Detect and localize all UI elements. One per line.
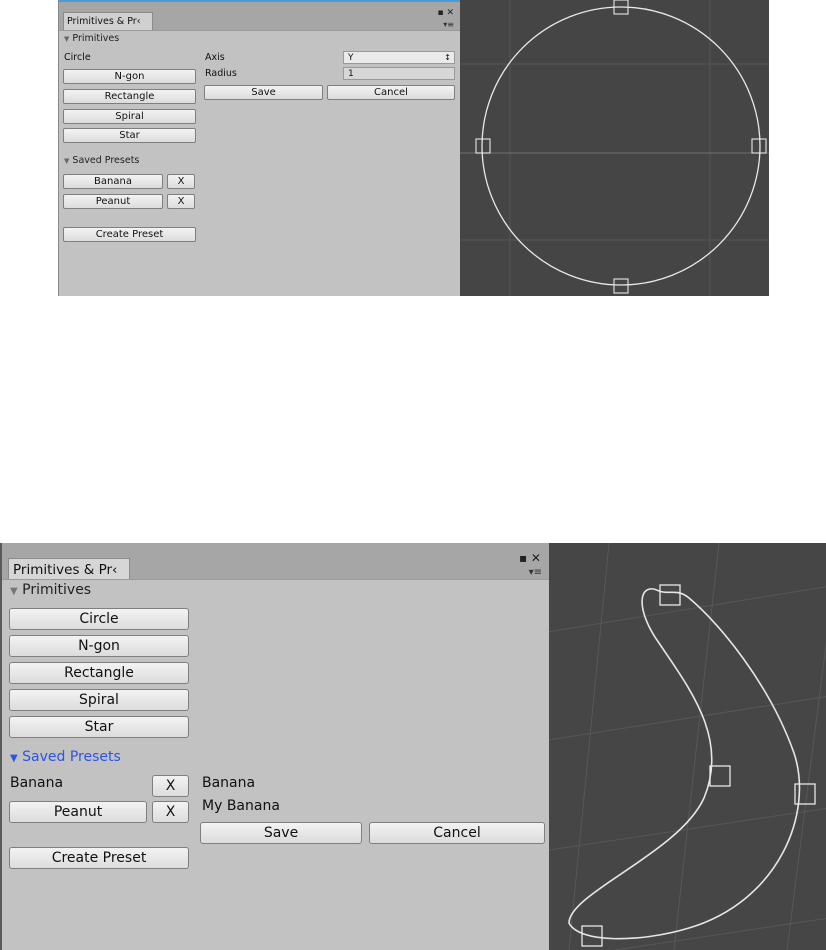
control-point-handle: [659, 584, 681, 606]
tab-strip: Primitives & Pr‹ ▪ ✕ ▾≡: [59, 2, 460, 30]
spiral-button[interactable]: Spiral: [63, 109, 196, 124]
remove-preset-banana-button[interactable]: X: [167, 174, 195, 189]
axis-dropdown[interactable]: Y ↕: [343, 51, 455, 64]
preset-peanut-button[interactable]: Peanut: [63, 194, 163, 209]
foldout-label: Saved Presets: [22, 749, 121, 765]
circle-shape: [481, 6, 761, 286]
create-preset-button[interactable]: Create Preset: [63, 227, 196, 242]
spiral-button[interactable]: Spiral: [9, 689, 189, 711]
scene-view-top[interactable]: [460, 0, 769, 296]
circle-preview: [460, 0, 769, 296]
ngon-button[interactable]: N-gon: [63, 69, 196, 84]
rectangle-button[interactable]: Rectangle: [63, 89, 196, 104]
foldout-arrow-icon: ▼: [64, 157, 70, 165]
control-point-handle: [613, 278, 629, 294]
save-button[interactable]: Save: [204, 85, 323, 100]
preset-new-name-field[interactable]: My Banana: [202, 798, 280, 814]
circle-button[interactable]: Circle: [9, 608, 189, 630]
editor-window-bottom: Primitives & Pr‹ ▪ ✕ ▾≡ ▼ Primitives Cir…: [0, 543, 549, 950]
preset-banana-button[interactable]: Banana: [63, 174, 163, 189]
preset-banana-selected[interactable]: Banana: [10, 775, 63, 791]
window-tab[interactable]: Primitives & Pr‹: [63, 12, 153, 30]
cancel-button[interactable]: Cancel: [369, 822, 545, 844]
radius-label: Radius: [205, 68, 237, 79]
banana-preview: [549, 543, 826, 950]
foldout-label: Primitives: [22, 582, 92, 598]
radius-field[interactable]: 1: [343, 67, 455, 80]
ngon-button[interactable]: N-gon: [9, 635, 189, 657]
control-point-handle: [475, 138, 491, 154]
remove-preset-peanut-button[interactable]: X: [167, 194, 195, 209]
create-preset-button[interactable]: Create Preset: [9, 847, 189, 869]
foldout-label: Saved Presets: [72, 155, 140, 166]
axis-label: Axis: [205, 52, 225, 63]
remove-preset-peanut-button[interactable]: X: [152, 801, 189, 823]
foldout-arrow-icon: ▼: [10, 586, 18, 597]
save-button[interactable]: Save: [200, 822, 362, 844]
window-tab[interactable]: Primitives & Pr‹: [8, 558, 130, 580]
primitive-selected-circle[interactable]: Circle: [64, 52, 91, 63]
axis-value: Y: [348, 52, 354, 63]
window-body: ▼ Primitives Circle N-gon Rectangle Spir…: [59, 30, 460, 296]
editor-window-top: Primitives & Pr‹ ▪ ✕ ▾≡ ▼ Primitives Cir…: [58, 0, 460, 296]
control-point-handle: [751, 138, 767, 154]
control-point-handle: [709, 765, 731, 787]
banana-shape: [568, 588, 801, 940]
primitives-foldout[interactable]: ▼ Primitives: [64, 33, 119, 44]
scene-view-bottom[interactable]: [549, 543, 826, 950]
foldout-arrow-icon: ▼: [10, 753, 18, 764]
primitives-foldout[interactable]: ▼ Primitives: [10, 582, 91, 598]
cancel-button[interactable]: Cancel: [327, 85, 455, 100]
rectangle-button[interactable]: Rectangle: [9, 662, 189, 684]
saved-presets-foldout[interactable]: ▼ Saved Presets: [10, 749, 121, 765]
window-menu-icon[interactable]: ▾≡: [443, 20, 454, 29]
maximize-close-icon[interactable]: ▪ ✕: [519, 551, 541, 565]
star-button[interactable]: Star: [9, 716, 189, 738]
saved-presets-foldout[interactable]: ▼ Saved Presets: [64, 155, 139, 166]
remove-preset-banana-button[interactable]: X: [152, 775, 189, 797]
preset-peanut-button[interactable]: Peanut: [9, 801, 147, 823]
preset-original-name: Banana: [202, 775, 256, 791]
foldout-label: Primitives: [72, 33, 120, 44]
tab-strip: Primitives & Pr‹ ▪ ✕ ▾≡: [2, 543, 549, 580]
window-menu-icon[interactable]: ▾≡: [529, 567, 542, 578]
maximize-close-icon[interactable]: ▪ ✕: [437, 8, 454, 18]
star-button[interactable]: Star: [63, 128, 196, 143]
window-body: ▼ Primitives Circle N-gon Rectangle Spir…: [2, 579, 549, 950]
foldout-arrow-icon: ▼: [64, 35, 70, 43]
dropdown-arrows-icon: ↕: [444, 53, 451, 62]
